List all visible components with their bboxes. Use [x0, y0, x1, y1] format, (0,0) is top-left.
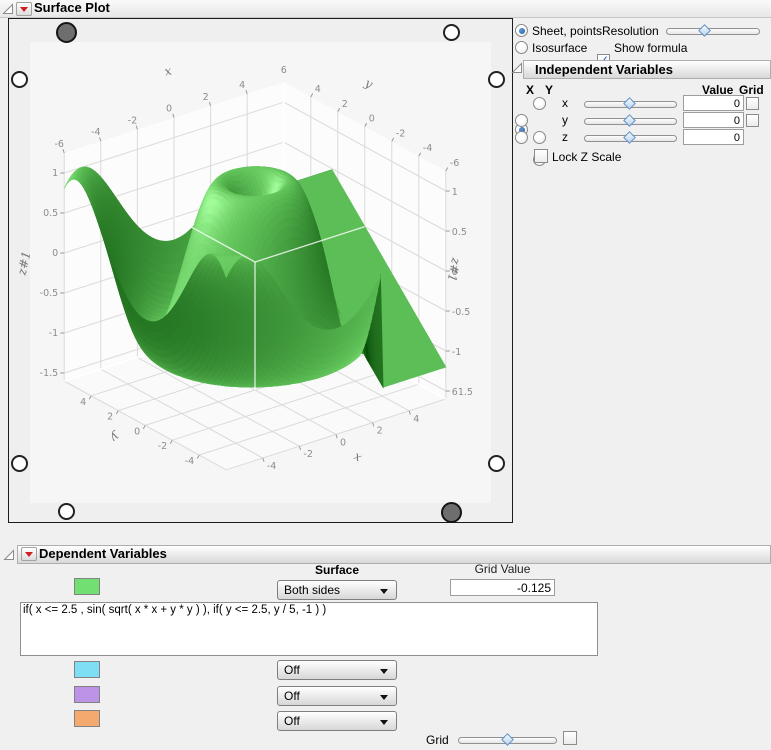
lock-z-scale-checkbox[interactable]: [534, 149, 548, 163]
rotation-handle-top-right[interactable]: [443, 24, 460, 41]
rotation-handle-top[interactable]: [56, 22, 77, 43]
z-slider[interactable]: [584, 132, 677, 144]
surface-column-header: Surface: [277, 563, 397, 577]
page-title: Surface Plot: [34, 0, 110, 15]
y-axis-x-radio[interactable]: [515, 114, 528, 127]
y-value-field[interactable]: [683, 112, 744, 128]
grid-value-header: Grid Value: [450, 562, 555, 576]
surface-plot-window: Surface Plot Sheet, points Resolution Is…: [0, 0, 771, 750]
dependent-vars-red-triangle-button[interactable]: [21, 547, 37, 561]
rotation-handle-right-upper[interactable]: [488, 71, 505, 88]
z-axis-y-radio[interactable]: [533, 131, 546, 144]
resolution-label: Resolution: [602, 24, 659, 38]
surface-mode-value: Both sides: [284, 583, 340, 597]
surface-3d-canvas[interactable]: [9, 19, 512, 522]
disclosure-triangle-icon[interactable]: [2, 3, 14, 15]
isosurface-radio[interactable]: [515, 41, 528, 54]
x-axis-y-radio[interactable]: [533, 97, 546, 110]
grid-value-field[interactable]: [450, 579, 555, 596]
independent-variables-title: Independent Variables: [535, 62, 673, 77]
dependent-2-color-swatch[interactable]: [74, 661, 100, 678]
dropdown-arrow-icon: [380, 695, 388, 700]
show-formula-label: Show formula: [614, 41, 687, 55]
red-triangle-menu-button[interactable]: [16, 2, 32, 16]
lock-z-scale-label: Lock Z Scale: [552, 150, 621, 164]
surface-color-swatch[interactable]: [74, 578, 100, 595]
plot-3d-frame: [8, 18, 513, 523]
dependent-3-mode-dropdown[interactable]: Off: [277, 686, 397, 706]
surface-plot-header: [0, 0, 771, 18]
x-value-field[interactable]: [683, 95, 744, 111]
resolution-slider-track[interactable]: [666, 28, 760, 35]
dropdown-arrow-icon: [380, 669, 388, 674]
grid-slider[interactable]: [458, 734, 557, 746]
y-column-header: Y: [545, 83, 553, 97]
z-value-field[interactable]: [683, 129, 744, 145]
z-axis-x-radio[interactable]: [515, 131, 528, 144]
resolution-slider[interactable]: [666, 25, 760, 37]
dependent-variables-title: Dependent Variables: [39, 546, 167, 561]
y-row-label: y: [562, 113, 568, 127]
rotation-handle-bottom-left[interactable]: [58, 503, 75, 520]
dependent-vars-disclosure-icon[interactable]: [3, 549, 15, 561]
dependent-2-mode-dropdown[interactable]: Off: [277, 660, 397, 680]
rotation-handle-left-upper[interactable]: [11, 71, 28, 88]
dependent-3-mode-value: Off: [284, 689, 300, 703]
dependent-4-color-swatch[interactable]: [74, 710, 100, 727]
rotation-handle-bottom[interactable]: [441, 502, 462, 523]
x-slider[interactable]: [584, 98, 677, 110]
isosurface-label: Isosurface: [532, 41, 587, 55]
dependent-2-mode-value: Off: [284, 663, 300, 677]
dependent-3-color-swatch[interactable]: [74, 686, 100, 703]
rotation-handle-right-lower[interactable]: [488, 455, 505, 472]
dependent-4-mode-value: Off: [284, 714, 300, 728]
dropdown-arrow-icon: [380, 589, 388, 594]
sheet-points-label: Sheet, points: [532, 24, 602, 38]
dropdown-arrow-icon: [380, 720, 388, 725]
grid-display-checkbox[interactable]: [563, 731, 577, 745]
y-slider[interactable]: [584, 115, 677, 127]
x-row-label: x: [562, 96, 568, 110]
rotation-handle-left-lower[interactable]: [11, 455, 28, 472]
formula-editor[interactable]: if( x <= 2.5 , sin( sqrt( x * x + y * y …: [20, 602, 598, 656]
x-grid-checkbox[interactable]: [746, 97, 759, 110]
dependent-4-mode-dropdown[interactable]: Off: [277, 711, 397, 731]
y-grid-checkbox[interactable]: [746, 114, 759, 127]
z-row-label: z: [562, 130, 568, 144]
surface-mode-dropdown[interactable]: Both sides: [277, 580, 397, 600]
x-column-header: X: [526, 83, 534, 97]
sheet-points-radio[interactable]: [515, 24, 528, 37]
independent-variables-header[interactable]: Independent Variables: [523, 60, 771, 79]
grid-slider-label: Grid: [426, 733, 449, 747]
independent-vars-disclosure-icon[interactable]: [511, 62, 523, 74]
